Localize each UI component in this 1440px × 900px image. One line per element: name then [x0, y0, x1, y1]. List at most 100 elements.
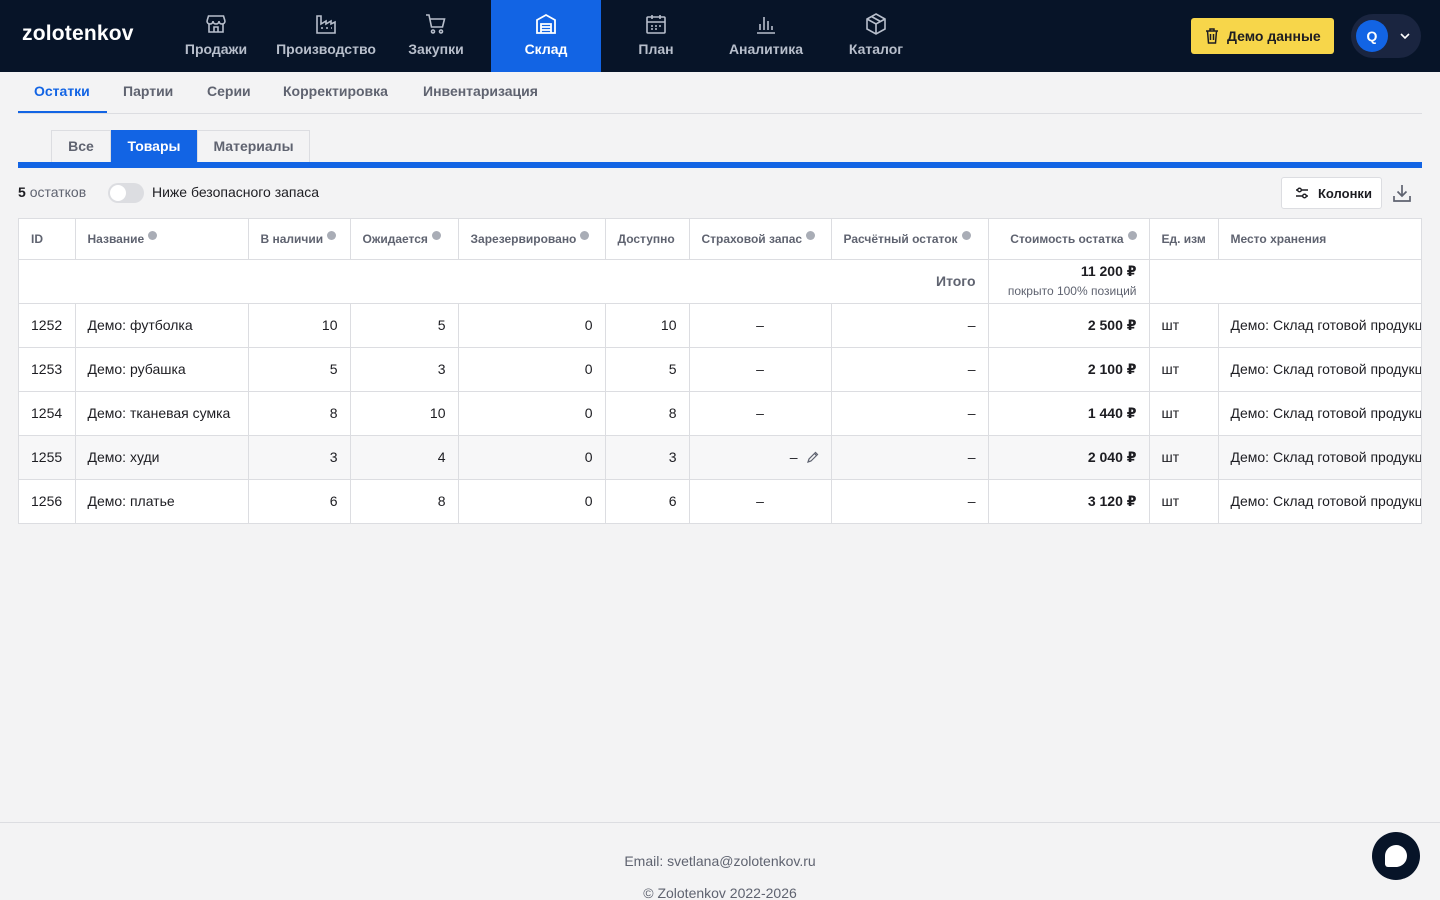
cell-unit: шт	[1149, 391, 1219, 436]
nav-label: Продажи	[184, 41, 248, 57]
cell-name[interactable]: Демо: платье	[75, 479, 249, 523]
table-header-row: ID Название В наличии Ожидается Зарезерв…	[19, 219, 1421, 260]
cell-id: 1255	[19, 435, 76, 480]
col-header-calculated-stock[interactable]: Расчётный остаток	[831, 219, 989, 260]
subtab-adjustment[interactable]: Корректировка	[283, 83, 388, 99]
info-icon[interactable]	[148, 231, 158, 241]
user-menu[interactable]: Q	[1351, 14, 1421, 58]
cell-unit: шт	[1149, 347, 1219, 392]
col-header-expected[interactable]: Ожидается	[350, 219, 459, 260]
cell-name[interactable]: Демо: рубашка	[75, 347, 249, 392]
box-icon	[866, 13, 886, 35]
total-empty	[1149, 259, 1421, 304]
demo-data-button[interactable]: Демо данные	[1191, 18, 1334, 54]
nav-label: Склад	[524, 41, 568, 57]
table-row[interactable]: 1254 Демо: тканевая сумка 8 10 0 8 – – 1…	[19, 391, 1421, 436]
info-icon[interactable]	[580, 231, 590, 241]
cell-safety-stock[interactable]: –	[689, 303, 832, 348]
cell-in-stock: 3	[248, 435, 351, 480]
trash-icon	[1206, 28, 1218, 44]
segment-bar	[18, 162, 1422, 168]
cell-reserved: 0	[458, 347, 606, 392]
cell-location: Демо: Склад готовой продукции	[1218, 435, 1421, 480]
table-row[interactable]: 1253 Демо: рубашка 5 3 0 5 – – 2 100 ₽ ш…	[19, 347, 1421, 392]
nav-plan[interactable]: План	[601, 0, 711, 72]
stock-table: ID Название В наличии Ожидается Зарезерв…	[18, 218, 1422, 524]
info-icon[interactable]	[431, 231, 441, 241]
subtab-stock[interactable]: Остатки	[34, 83, 90, 99]
cell-unit: шт	[1149, 479, 1219, 523]
cell-available: 6	[605, 479, 690, 523]
col-header-safety-stock[interactable]: Страховой запас	[689, 219, 832, 260]
table-row[interactable]: 1252 Демо: футболка 10 5 0 10 – – 2 500 …	[19, 303, 1421, 348]
active-subtab-indicator	[18, 111, 107, 113]
demo-data-label: Демо данные	[1227, 28, 1321, 44]
total-coverage: покрыто 100% позиций	[1007, 284, 1137, 298]
cell-location: Демо: Склад готовой продукции	[1218, 391, 1421, 436]
nav-analytics[interactable]: Аналитика	[711, 0, 821, 72]
cell-name[interactable]: Демо: худи	[75, 435, 249, 480]
logo[interactable]: zolotenkov	[22, 22, 134, 46]
info-icon[interactable]	[1127, 231, 1137, 241]
cell-expected: 5	[350, 303, 459, 348]
cell-safety-stock[interactable]: –	[689, 391, 832, 436]
col-header-location[interactable]: Место хранения	[1218, 219, 1421, 260]
subtab-batches[interactable]: Партии	[123, 83, 173, 99]
cell-available: 3	[605, 435, 690, 480]
nav-purchases[interactable]: Закупки	[381, 0, 491, 72]
columns-button[interactable]: Колонки	[1281, 177, 1382, 209]
table-row[interactable]: 1256 Демо: платье 6 8 0 6 – – 3 120 ₽ шт…	[19, 479, 1421, 523]
col-header-available[interactable]: Доступно	[605, 219, 690, 260]
cell-safety-stock[interactable]: –	[689, 479, 832, 523]
cell-location: Демо: Склад готовой продукции	[1218, 303, 1421, 348]
total-label: Итого	[19, 259, 989, 304]
cell-expected: 8	[350, 479, 459, 523]
cell-name[interactable]: Демо: футболка	[75, 303, 249, 348]
col-header-in-stock[interactable]: В наличии	[248, 219, 351, 260]
segment-products[interactable]: Товары	[111, 130, 197, 162]
download-icon[interactable]	[1391, 182, 1413, 204]
chat-button[interactable]	[1372, 832, 1420, 880]
nav-production[interactable]: Производство	[271, 0, 381, 72]
table-row[interactable]: 1255 Демо: худи 3 4 0 3 – – 2 040 ₽ шт Д…	[19, 435, 1421, 480]
cell-stock-cost: 3 120 ₽	[988, 479, 1150, 523]
cell-calculated-stock: –	[831, 479, 989, 523]
below-safety-toggle[interactable]	[108, 183, 144, 203]
nav-label: План	[638, 41, 674, 57]
segment-materials[interactable]: Материалы	[197, 130, 310, 162]
nav-catalog[interactable]: Каталог	[821, 0, 931, 72]
footer-email[interactable]: Email: svetlana@zolotenkov.ru	[0, 853, 1440, 869]
cell-calculated-stock: –	[831, 303, 989, 348]
col-header-unit[interactable]: Ед. изм	[1149, 219, 1219, 260]
total-cost-value: 11 200 ₽	[1080, 263, 1137, 279]
cell-safety-stock[interactable]: –	[689, 347, 832, 392]
col-header-name[interactable]: Название	[75, 219, 249, 260]
info-icon[interactable]	[806, 231, 816, 241]
info-icon[interactable]	[327, 231, 337, 241]
cell-available: 8	[605, 391, 690, 436]
info-icon[interactable]	[961, 231, 971, 241]
nav-label: Аналитика	[728, 41, 804, 57]
nav-warehouse[interactable]: Склад	[491, 0, 601, 72]
nav-label: Производство	[276, 41, 376, 57]
col-header-reserved[interactable]: Зарезервировано	[458, 219, 606, 260]
below-safety-label: Ниже безопасного запаса	[152, 184, 320, 200]
cell-id: 1254	[19, 391, 76, 436]
cell-calculated-stock: –	[831, 347, 989, 392]
cell-safety-stock[interactable]: –	[689, 435, 832, 480]
pencil-icon[interactable]	[806, 451, 819, 464]
cart-icon	[426, 14, 446, 34]
cell-location: Демо: Склад готовой продукции	[1218, 479, 1421, 523]
subtab-inventory[interactable]: Инвентаризация	[423, 83, 538, 99]
footer-copyright: © Zolotenkov 2022-2026	[643, 885, 797, 900]
warehouse-icon	[536, 13, 556, 34]
cell-reserved: 0	[458, 391, 606, 436]
subtab-series[interactable]: Серии	[207, 83, 251, 99]
stock-count-suffix: остатков	[29, 184, 87, 200]
cell-name[interactable]: Демо: тканевая сумка	[75, 391, 249, 436]
segment-all[interactable]: Все	[51, 130, 111, 162]
avatar: Q	[1356, 20, 1388, 52]
col-header-id[interactable]: ID	[19, 219, 76, 260]
col-header-stock-cost[interactable]: Стоимость остатка	[988, 219, 1150, 260]
nav-sales[interactable]: Продажи	[161, 0, 271, 72]
